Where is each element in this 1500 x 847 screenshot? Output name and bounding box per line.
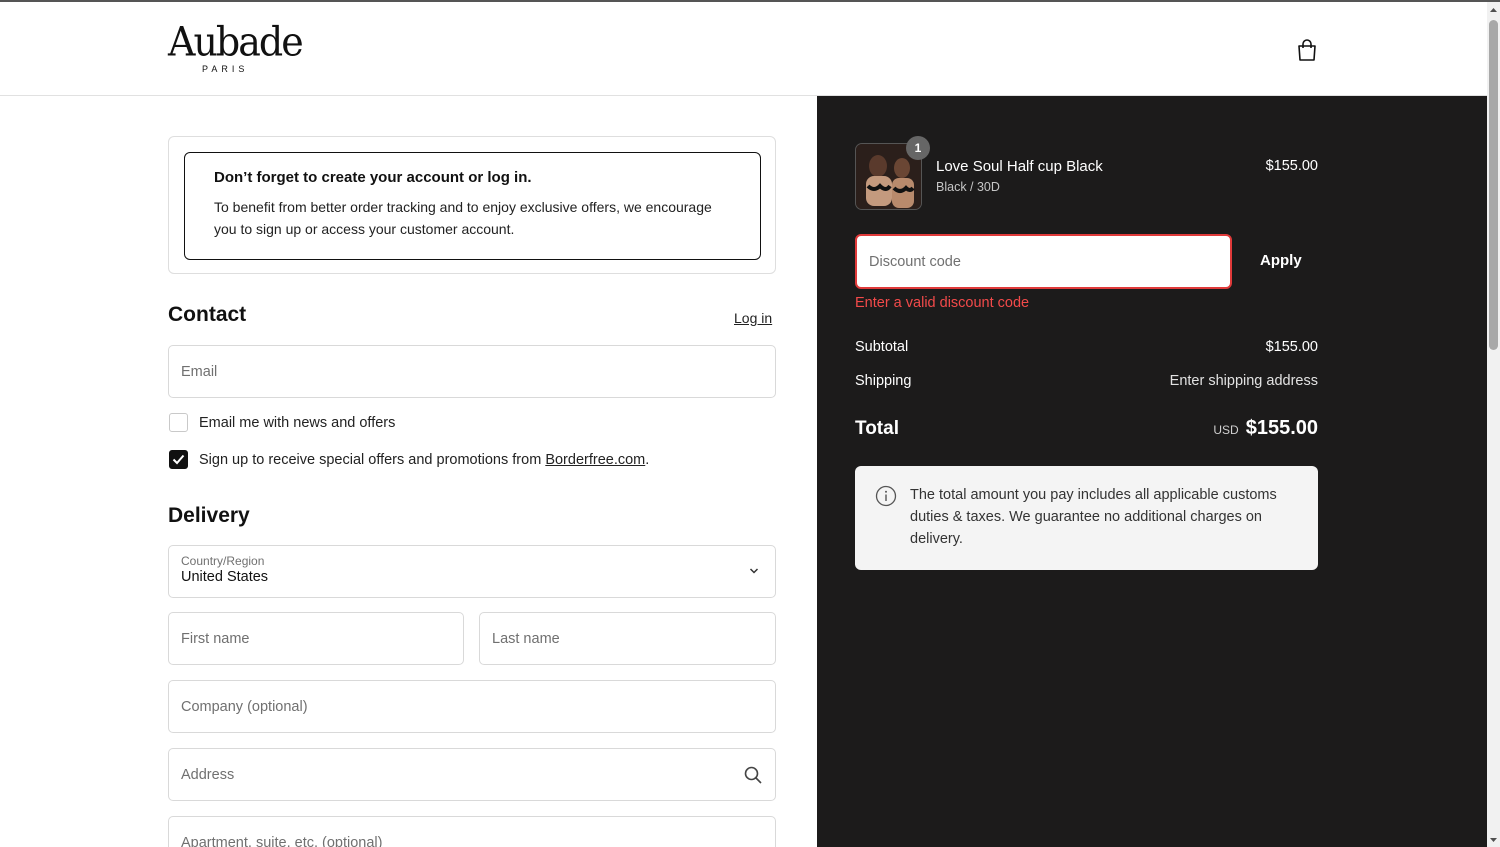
log-in-link[interactable]: Log in [734,310,772,326]
promo-signup-checkbox[interactable] [169,450,188,469]
aubade-logo[interactable]: Aubade PARIS [168,18,304,74]
address-field[interactable] [168,748,776,801]
subtotal-label: Subtotal [855,339,909,355]
total-row: Total USD $155.00 [855,417,1318,440]
subtotal-value: $155.00 [1265,339,1318,355]
total-currency: USD [1213,423,1239,437]
shipping-label: Shipping [855,373,912,389]
duties-info-text: The total amount you pay includes all ap… [910,487,1277,547]
promo-label-suffix: . [645,451,650,468]
discount-code-input[interactable] [857,236,1230,287]
promo-signup-label: Sign up to receive special offers and pr… [199,452,649,468]
news-offers-checkbox[interactable] [169,413,188,432]
apartment-input[interactable] [169,817,775,847]
borderfree-link[interactable]: Borderfree.com [545,452,645,468]
country-region-value: United States [181,569,269,585]
account-notice: Don’t forget to create your account or l… [184,152,761,260]
address-input[interactable] [169,749,775,800]
delivery-heading: Delivery [168,504,250,527]
account-notice-container: Don’t forget to create your account or l… [168,136,776,274]
company-input[interactable] [169,681,775,732]
info-icon [875,485,897,507]
promo-label-text: Sign up to receive special offers and pr… [199,451,546,468]
shipping-value: Enter shipping address [1169,373,1318,389]
scroll-up-arrow-icon[interactable] [1489,5,1498,15]
subtotal-row: Subtotal $155.00 [855,339,1318,355]
promo-signup-option[interactable]: Sign up to receive special offers and pr… [169,450,649,469]
site-header: Aubade PARIS [0,2,1487,96]
scrollbar-thumb[interactable] [1489,20,1498,350]
contact-heading: Contact [168,303,247,326]
email-field[interactable] [168,345,776,398]
scroll-down-arrow-icon[interactable] [1489,835,1498,845]
news-offers-option[interactable]: Email me with news and offers [169,413,395,432]
discount-error-message: Enter a valid discount code [855,295,1030,311]
apartment-field[interactable] [168,816,776,847]
email-input[interactable] [169,346,775,397]
search-icon[interactable] [743,765,763,785]
last-name-input[interactable] [480,613,775,664]
total-amount: USD $155.00 [1213,417,1318,440]
discount-code-field[interactable] [855,234,1232,289]
last-name-field[interactable] [479,612,776,665]
news-offers-label: Email me with news and offers [199,414,396,431]
product-variant: Black / 30D [936,180,1000,194]
first-name-field[interactable] [168,612,464,665]
order-summary-panel: 1 Love Soul Half cup Black Black / 30D $… [817,96,1487,847]
chevron-down-icon [749,568,759,574]
checkout-form-panel: Don’t forget to create your account or l… [0,96,817,847]
logo-subtitle: PARIS [202,64,249,74]
country-region-select[interactable]: Country/Region United States [168,545,776,598]
company-field[interactable] [168,680,776,733]
checkmark-icon [172,454,185,465]
total-label: Total [855,418,899,439]
shopping-bag-icon[interactable] [1296,38,1318,62]
page-scrollbar[interactable] [1487,2,1500,847]
first-name-input[interactable] [169,613,463,664]
product-name: Love Soul Half cup Black [936,158,1103,175]
account-notice-title: Don’t forget to create your account or l… [214,169,532,186]
total-value: $155.00 [1245,417,1318,439]
shipping-row: Shipping Enter shipping address [855,373,1318,389]
logo-wordmark: Aubade [168,18,304,66]
apply-discount-button[interactable]: Apply [1260,252,1302,269]
country-region-label: Country/Region [181,554,265,568]
quantity-badge: 1 [906,136,930,160]
account-notice-body: To benefit from better order tracking an… [214,199,712,237]
duties-info-box: The total amount you pay includes all ap… [855,466,1318,570]
product-price: $155.00 [1265,158,1318,174]
